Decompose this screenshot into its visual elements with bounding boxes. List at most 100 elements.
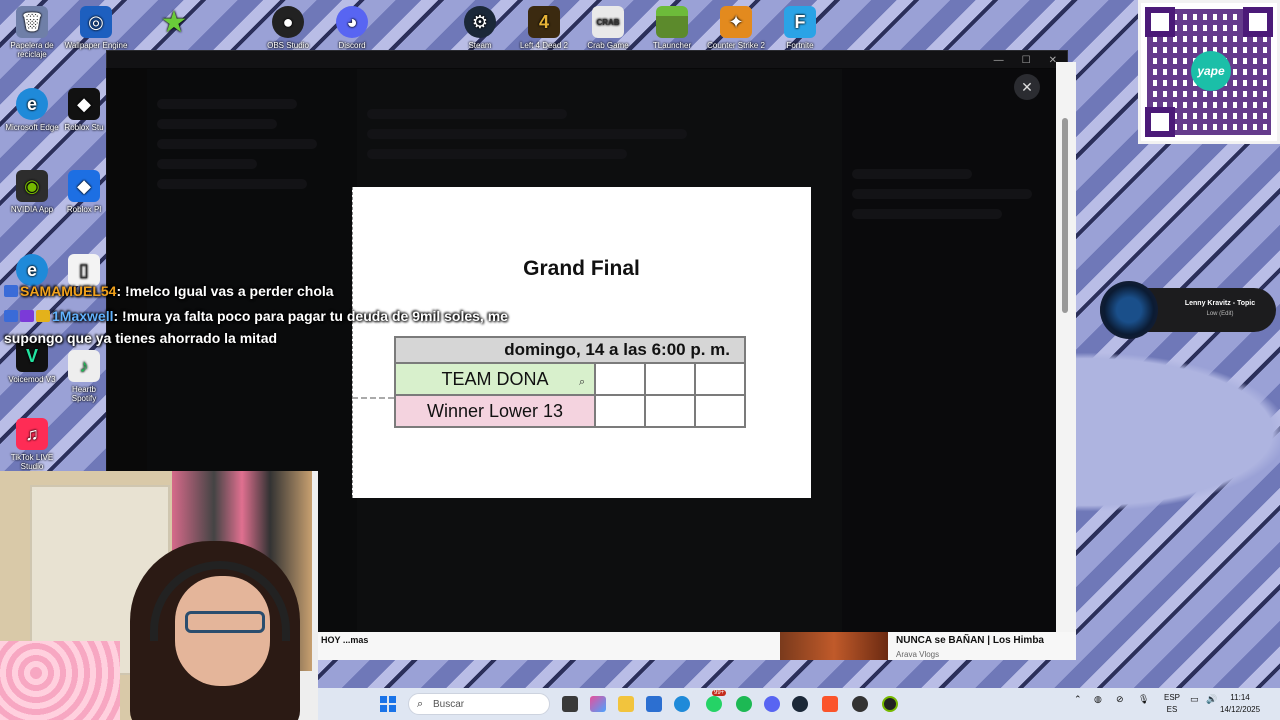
desktop-icon-obs[interactable]: ● OBS Studio — [256, 6, 320, 50]
chat-text: supongo que ya tienes ahorrado la mitad — [4, 330, 278, 346]
taskbar-search[interactable]: ⌕ Buscar — [408, 693, 550, 715]
steam-icon[interactable] — [792, 696, 808, 712]
chat-username: SAMAMUEL54 — [20, 283, 117, 299]
close-icon[interactable]: ✕ — [1014, 74, 1040, 100]
score-cell — [594, 394, 646, 428]
browser-left-text: HOY ...mas — [321, 635, 369, 645]
score-cell — [644, 394, 696, 428]
desktop-icon-voicemod[interactable]: V Voicemod V3 — [0, 340, 64, 384]
discord-icon[interactable] — [764, 696, 780, 712]
chevron-up-icon[interactable]: ⌃ — [1074, 694, 1082, 705]
cs2-icon: ✦ — [720, 6, 752, 38]
video-channel: Arava Vlogs — [896, 650, 940, 659]
now-playing-widget[interactable]: Lenny Kravitz - Topic Low (Edit) — [1100, 281, 1276, 339]
score-cell — [694, 362, 746, 396]
store-icon[interactable] — [646, 696, 662, 712]
taskbar: ⌕ Buscar 99+ ⌃ ◍ ⊘ 🎙 ESP ES ▭ 🔊 11:14 14… — [318, 688, 1280, 720]
image-preview[interactable]: Grand Final domingo, 14 a las 6:00 p. m.… — [352, 187, 811, 498]
launcher-icon: ▯ — [68, 254, 100, 286]
window-titlebar: — ☐ ✕ — [107, 51, 1067, 69]
nvidia-icon: ◉ — [16, 170, 48, 202]
track-title: Low (Edit) — [1206, 311, 1234, 317]
desktop-icon-wallpaper-engine[interactable]: ◎ Wallpaper Engine — [64, 6, 128, 50]
brave-icon[interactable] — [822, 696, 838, 712]
desktop-icon-recycle-bin[interactable]: 🗑 Papelera de reciclaje — [0, 6, 64, 59]
team-2-cell: Winner Lower 13 — [394, 394, 596, 428]
windows-start-icon[interactable] — [380, 696, 396, 712]
roblox-studio-icon: ◆ — [68, 88, 100, 120]
chat-text: : !mura ya falta poco para pagar tu deud… — [113, 308, 508, 324]
score-cell — [594, 362, 646, 396]
desktop-icon-tiktok[interactable]: ♫ TikTok LIVE Studio — [0, 418, 64, 471]
system-clock[interactable]: 11:14 14/12/2025 — [1220, 692, 1260, 716]
video-title[interactable]: NUNCA se BAÑAN | Los Himba — [896, 635, 1044, 646]
team-1-cell: TEAM DONA — [394, 362, 596, 396]
tray-app-icon[interactable]: ⊘ — [1116, 694, 1124, 705]
file-explorer-icon[interactable] — [618, 696, 634, 712]
edge-icon: e — [16, 88, 48, 120]
match-header: domingo, 14 a las 6:00 p. m. — [394, 336, 746, 364]
language-indicator[interactable]: ESP ES — [1164, 692, 1180, 716]
chat-username: 1Maxwell — [52, 308, 114, 324]
microphone-icon[interactable]: 🎙 — [1138, 694, 1149, 705]
star-icon: ★ — [160, 5, 188, 39]
tiktok-icon: ♫ — [16, 418, 48, 450]
desktop-icon-spotify[interactable]: ♪ Heartb Spotify — [62, 350, 106, 403]
preview-border — [352, 187, 353, 498]
spotify-desktop-icon: ♪ — [68, 350, 100, 382]
qr-code: yape — [1138, 0, 1280, 144]
scrollbar[interactable] — [1062, 118, 1068, 313]
copilot-icon[interactable] — [590, 696, 606, 712]
zoom-cursor-icon: ⌕ — [579, 376, 586, 388]
edge-icon[interactable] — [674, 696, 690, 712]
left4dead-icon: 4 — [528, 6, 560, 38]
discord-icon: ◕ — [336, 6, 368, 38]
desktop-icon-roblox-player[interactable]: ◆ Roblox Pl — [62, 170, 106, 214]
desktop-icon-discord[interactable]: ◕ Discord — [320, 6, 384, 50]
roblox-player-icon: ◆ — [68, 170, 100, 202]
score-cell — [694, 394, 746, 428]
steam-icon: ⚙ — [464, 6, 496, 38]
album-art — [1100, 281, 1158, 339]
app-icon[interactable] — [852, 696, 868, 712]
recycle-bin-icon: 🗑 — [16, 6, 48, 38]
webcam-feed — [0, 471, 318, 720]
tlauncher-icon — [656, 6, 688, 38]
bracket-table: domingo, 14 a las 6:00 p. m. TEAM DONA W… — [394, 336, 746, 428]
chat-message: 1Maxwell: !mura ya falta poco para pagar… — [4, 308, 508, 324]
edge-icon: e — [16, 254, 48, 286]
maximize-icon[interactable]: ☐ — [1022, 55, 1031, 66]
badge-icon — [20, 310, 34, 322]
tray-app-icon[interactable]: ◍ — [1094, 694, 1102, 705]
badge-icon — [4, 310, 18, 322]
desktop-icon-roblox-studio[interactable]: ◆ Roblox Stu — [62, 88, 106, 132]
desktop-icon-steam[interactable]: ⚙ Steam — [448, 6, 512, 50]
bracket-connector — [352, 397, 394, 399]
volume-icon[interactable]: 🔊 — [1206, 694, 1217, 705]
whatsapp-icon[interactable] — [706, 696, 722, 712]
task-view-icon[interactable] — [562, 696, 578, 712]
desktop-icon-left4dead[interactable]: 4 Left 4 Dead 2 — [512, 6, 576, 50]
page-title: Grand Final — [523, 257, 640, 280]
desktop-icon-nvidia[interactable]: ◉ NVIDIA App — [0, 170, 64, 214]
badge-icon — [36, 310, 50, 322]
video-thumbnail[interactable] — [780, 632, 888, 660]
obs-icon: ● — [272, 6, 304, 38]
chat-text: : !melco Igual vas a perder chola — [116, 283, 334, 299]
search-placeholder: Buscar — [433, 699, 465, 710]
minimize-icon[interactable]: — — [994, 55, 1004, 66]
fortnite-icon: F — [784, 6, 816, 38]
app-icon[interactable] — [882, 696, 898, 712]
desktop-icon-edge[interactable]: e Microsoft Edge — [0, 88, 64, 132]
spotify-icon[interactable] — [736, 696, 752, 712]
desktop-icon-crab-game[interactable]: CRAB Crab Game — [576, 6, 640, 50]
desktop-icon-tlauncher[interactable]: TLauncher — [640, 6, 704, 50]
search-icon: ⌕ — [417, 698, 424, 710]
desktop-icon-star[interactable]: ★ — [142, 6, 206, 41]
notification-badge: 99+ — [712, 690, 727, 696]
network-icon[interactable]: ▭ — [1190, 694, 1199, 705]
badge-icon — [4, 285, 18, 297]
desktop-icon-cs2[interactable]: ✦ Counter Strike 2 — [704, 6, 768, 50]
yape-logo-icon: yape — [1191, 51, 1231, 91]
desktop-icon-fortnite[interactable]: F Fortnite — [768, 6, 832, 50]
